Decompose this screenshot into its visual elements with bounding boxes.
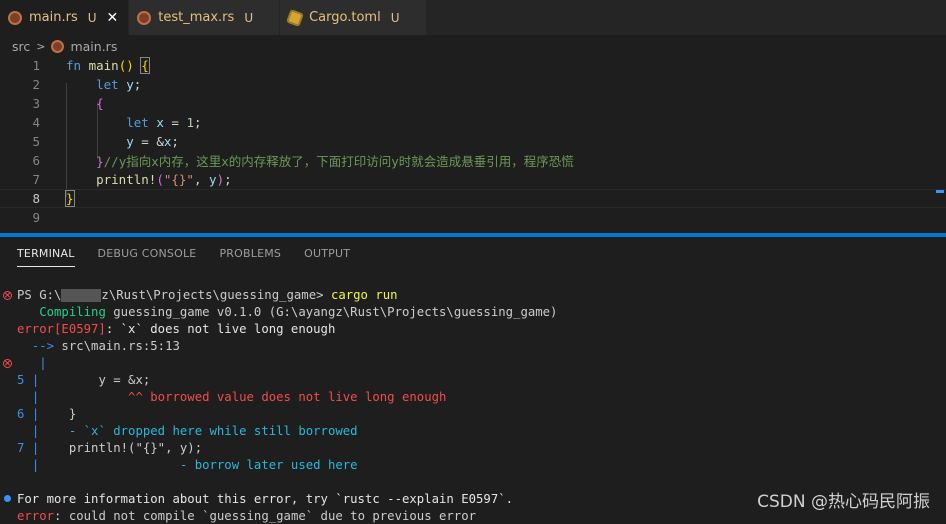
line-number: 9 [32,210,40,225]
terminal-line-6-marker: | - `x` dropped here while still borrowe… [31,424,358,438]
line-number: 2 [32,77,40,92]
terminal-line-7-marker: | - borrow later used here [31,458,358,472]
code-line: 5 y = &x; [0,132,946,151]
line-number: 5 [32,134,40,149]
panel-tabs: TERMINAL DEBUG CONSOLE PROBLEMS OUTPUT [17,247,373,267]
line-number: 7 [32,172,40,187]
terminal-line-error: error[E0597]: `x` does not live long eno… [17,322,336,336]
info-decoration-icon [4,495,11,502]
terminal-line-5-marker: | ^^ borrowed value does not live long e… [31,390,447,404]
watermark: CSDN @热心码民阿振 [757,492,930,512]
scrollbar-cursor-marker [936,190,944,193]
code-line: 2 let y; [0,75,946,94]
line-number: 3 [32,96,40,111]
rust-file-icon [51,39,65,53]
tab-problems[interactable]: PROBLEMS [219,247,281,267]
rust-file-icon [137,10,152,25]
line-number: 8 [32,191,40,206]
code-line: 1 fn main() { [0,56,946,75]
code-line: 9 [0,208,946,227]
breadcrumb-file[interactable]: main.rs [70,39,117,54]
terminal-line-prompt: PS G:\ z\Rust\Projects\guessing_game> car… [17,288,398,302]
code-comment: //y指向x内存，这里x的内存释放了，下面打印访问y时就会造成悬垂引用，程序恐慌 [103,154,574,169]
editor-tab-bar: main.rs U ✕ test_max.rs U Cargo.toml U [0,0,946,35]
code-line: 7 println!("{}", y); [0,170,946,189]
code-line-current: 8 } [0,189,946,208]
terminal-line-7: 7 | println!("{}", y); [17,441,203,455]
terminal-line-6: 6 | } [17,407,77,421]
terminal-line-location: --> src\main.rs:5:13 [31,339,180,353]
terminal-line-compiling: Compiling guessing_game v0.1.0 (G:\ayang… [39,305,558,319]
tab-debug-console[interactable]: DEBUG CONSOLE [98,247,197,267]
redacted-username [61,289,102,302]
terminal-line-5: 5 | y = &x; [17,373,151,387]
untracked-status: U [390,10,400,25]
close-icon[interactable]: ✕ [107,10,119,26]
tab-label: test_max.rs [158,10,235,25]
breadcrumb-folder[interactable]: src [12,39,30,54]
toml-file-icon [286,8,305,27]
line-number: 4 [32,115,40,130]
line-number: 6 [32,153,40,168]
tab-test-max-rs[interactable]: test_max.rs U [129,0,281,35]
untracked-status: U [244,10,254,25]
breadcrumb: src > main.rs [12,36,117,56]
tab-cargo-toml[interactable]: Cargo.toml U [280,0,427,35]
code-line: 3 { [0,94,946,113]
tab-terminal[interactable]: TERMINAL [17,247,75,267]
code-line: 4 let x = 1; [0,113,946,132]
tab-main-rs[interactable]: main.rs U ✕ [0,0,130,35]
tab-label: main.rs [29,10,78,25]
line-number: 1 [32,58,40,73]
bottom-panel: TERMINAL DEBUG CONSOLE PROBLEMS OUTPUT P… [0,237,946,524]
error-decoration-icon [3,359,12,368]
rust-file-icon [8,10,22,25]
tab-output[interactable]: OUTPUT [304,247,350,267]
terminal-line-gutter: | [39,356,47,370]
untracked-status: U [87,10,97,25]
terminal-line-final-error: error: could not compile `guessing_game`… [17,509,477,523]
code-line: 6 }//y指向x内存，这里x的内存释放了，下面打印访问y时就会造成悬垂引用，程… [0,151,946,170]
chevron-right-icon: > [36,39,46,53]
terminal-line-info: For more information about this error, t… [17,492,514,506]
code-editor[interactable]: 1 fn main() { 2 let y; 3 { 4 let x = 1; … [0,56,946,231]
tab-label: Cargo.toml [309,10,381,25]
error-decoration-icon [3,291,12,300]
